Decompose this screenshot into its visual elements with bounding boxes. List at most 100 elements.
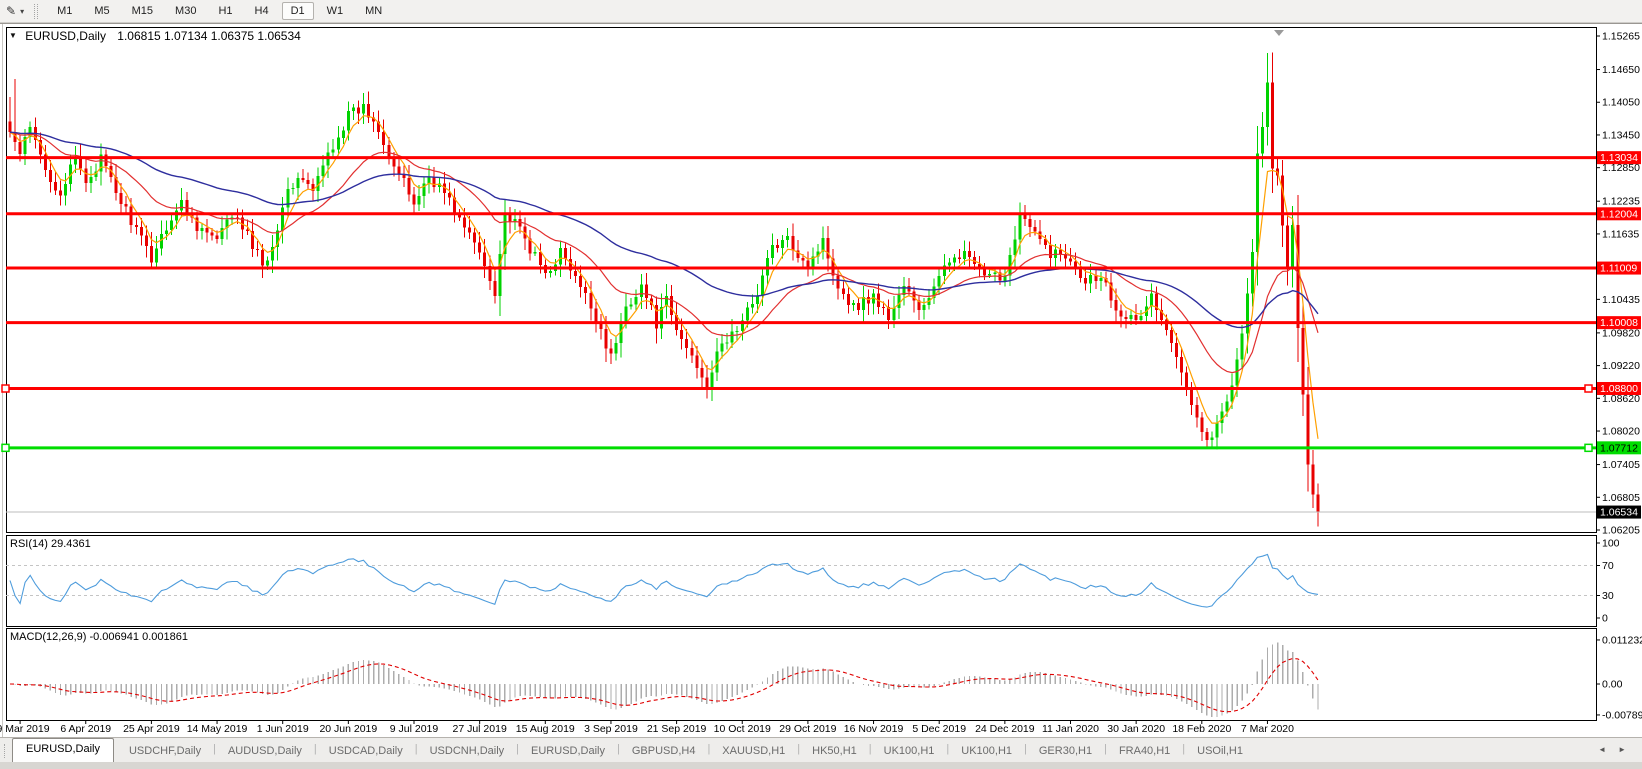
svg-text:1.07405: 1.07405 xyxy=(1602,459,1640,471)
tab-scroll-right-icon[interactable]: ► xyxy=(1618,745,1626,754)
macd-axis: 0.011232 0.00 -0.007894 xyxy=(1596,634,1642,721)
svg-text:1.09220: 1.09220 xyxy=(1602,360,1640,372)
chart-symbol-label: EURUSD,Daily xyxy=(25,29,106,43)
chart-tabs-bar: EURUSD,DailyUSDCHF,Daily|AUDUSD,Daily|US… xyxy=(0,737,1642,762)
main-panel-frame xyxy=(7,28,1597,533)
svg-text:1 Jun 2019: 1 Jun 2019 xyxy=(257,723,309,735)
timeframe-button-m5[interactable]: M5 xyxy=(85,2,118,20)
rsi-panel-frame xyxy=(7,536,1597,627)
svg-text:70: 70 xyxy=(1602,560,1614,572)
chart-title: ▼ EURUSD,Daily 1.06815 1.07134 1.06375 1… xyxy=(9,29,301,43)
svg-text:10 Oct 2019: 10 Oct 2019 xyxy=(714,723,771,735)
chart-tab-ger30-h1[interactable]: GER30,H1 xyxy=(1027,741,1104,762)
svg-text:30: 30 xyxy=(1602,590,1614,602)
time-axis: 19 Mar 2019 6 Apr 2019 25 Apr 2019 14 May 2… xyxy=(0,720,1294,735)
timeframe-button-mn[interactable]: MN xyxy=(356,2,391,20)
macd-panel-frame xyxy=(7,629,1597,721)
timeframe-button-d1[interactable]: D1 xyxy=(282,2,314,20)
line-drag-handle[interactable] xyxy=(1585,444,1592,451)
top-toolbar: ✎ ▾ M1M5 M15M30H1 H4D1W1MN xyxy=(0,0,1642,23)
svg-text:30 Jan 2020: 30 Jan 2020 xyxy=(1107,723,1165,735)
price-axis: 1.15265 1.14650 1.14050 1.13450 1.12850 1.122… xyxy=(1596,31,1640,537)
svg-text:1.10435: 1.10435 xyxy=(1602,294,1640,306)
svg-text:16 Nov 2019: 16 Nov 2019 xyxy=(844,723,904,735)
svg-text:5 Dec 2019: 5 Dec 2019 xyxy=(912,723,966,735)
chart-tab-xauusd-h1[interactable]: XAUUSD,H1 xyxy=(710,741,797,762)
svg-text:15 Aug 2019: 15 Aug 2019 xyxy=(516,723,575,735)
svg-text:1.13450: 1.13450 xyxy=(1602,129,1640,141)
chart-tab-eurusd-daily[interactable]: EURUSD,Daily xyxy=(12,738,114,762)
svg-text:9 Jul 2019: 9 Jul 2019 xyxy=(390,723,439,735)
chart-window: ▼ EURUSD,Daily 1.06815 1.07134 1.06375 1… xyxy=(0,23,1642,737)
chart-tab-eurusd-daily[interactable]: EURUSD,Daily xyxy=(519,741,617,762)
svg-text:1.11009: 1.11009 xyxy=(1600,263,1637,275)
svg-text:1.12004: 1.12004 xyxy=(1600,208,1638,220)
chevron-down-icon[interactable]: ▼ xyxy=(9,31,17,40)
svg-text:1.14050: 1.14050 xyxy=(1602,97,1640,109)
svg-text:1.15265: 1.15265 xyxy=(1602,31,1640,43)
svg-text:0.011232: 0.011232 xyxy=(1602,634,1642,646)
svg-text:24 Dec 2019: 24 Dec 2019 xyxy=(975,723,1035,735)
svg-text:21 Sep 2019: 21 Sep 2019 xyxy=(647,723,707,735)
svg-text:0.00: 0.00 xyxy=(1602,679,1623,691)
timeframe-button-m15[interactable]: M15 xyxy=(123,2,162,20)
chart-canvas[interactable]: 1.130341.120041.110091.100081.088001.077… xyxy=(0,24,1642,738)
svg-text:18 Feb 2020: 18 Feb 2020 xyxy=(1172,723,1231,735)
svg-text:1.14650: 1.14650 xyxy=(1602,64,1640,76)
svg-text:1.09820: 1.09820 xyxy=(1602,327,1640,339)
macd-label: MACD(12,26,9) -0.006941 0.001861 xyxy=(10,631,188,643)
svg-text:-0.007894: -0.007894 xyxy=(1602,709,1642,721)
draw-tool-icon: ✎ xyxy=(6,4,16,18)
rsi-label: RSI(14) 29.4361 xyxy=(10,538,91,550)
svg-text:1.11635: 1.11635 xyxy=(1602,228,1639,240)
chart-tab-uk100-h1[interactable]: UK100,H1 xyxy=(949,741,1024,762)
svg-text:14 May 2019: 14 May 2019 xyxy=(187,723,248,735)
rsi-axis: 100 70 30 0 xyxy=(1596,538,1620,625)
svg-text:6 Apr 2019: 6 Apr 2019 xyxy=(60,723,111,735)
panel-splitter-main-rsi[interactable] xyxy=(0,531,1642,536)
svg-text:1.08020: 1.08020 xyxy=(1602,426,1640,438)
draw-tool-button[interactable]: ✎ ▾ xyxy=(2,3,28,19)
svg-text:1.08620: 1.08620 xyxy=(1602,393,1640,405)
chart-tab-fra40-h1[interactable]: FRA40,H1 xyxy=(1107,741,1182,762)
chart-tab-usoil-h1[interactable]: USOil,H1 xyxy=(1185,741,1255,762)
chart-tab-usdchf-daily[interactable]: USDCHF,Daily xyxy=(117,741,213,762)
tab-scroll-arrows: ◄► xyxy=(1598,745,1642,762)
line-drag-handle[interactable] xyxy=(1585,385,1592,392)
panel-splitter-rsi-macd[interactable] xyxy=(0,625,1642,630)
timeframe-button-m1[interactable]: M1 xyxy=(48,2,81,20)
svg-text:1.06805: 1.06805 xyxy=(1602,492,1640,504)
svg-text:100: 100 xyxy=(1602,538,1620,550)
chart-ohlc-values: 1.06815 1.07134 1.06375 1.06534 xyxy=(117,29,301,43)
svg-text:0: 0 xyxy=(1602,613,1608,625)
line-drag-handle[interactable] xyxy=(2,385,9,392)
svg-text:3 Sep 2019: 3 Sep 2019 xyxy=(584,723,638,735)
svg-text:1.12850: 1.12850 xyxy=(1602,162,1640,174)
line-drag-handle[interactable] xyxy=(2,444,9,451)
svg-text:1.06534: 1.06534 xyxy=(1600,507,1638,519)
svg-text:27 Jul 2019: 27 Jul 2019 xyxy=(453,723,507,735)
chart-tab-hk50-h1[interactable]: HK50,H1 xyxy=(800,741,869,762)
window-bottom-edge xyxy=(0,762,1642,769)
timeframe-button-w1[interactable]: W1 xyxy=(318,2,353,20)
chart-tab-uk100-h1[interactable]: UK100,H1 xyxy=(872,741,947,762)
chart-tab-usdcnh-daily[interactable]: USDCNH,Daily xyxy=(418,741,517,762)
svg-text:29 Oct 2019: 29 Oct 2019 xyxy=(779,723,836,735)
chart-tab-gbpusd-h4[interactable]: GBPUSD,H4 xyxy=(620,741,708,762)
timeframe-button-h1[interactable]: H1 xyxy=(209,2,241,20)
svg-text:1.12235: 1.12235 xyxy=(1602,196,1640,208)
tabbar-grip xyxy=(4,744,7,758)
toolbar-grip[interactable] xyxy=(34,4,38,19)
svg-text:20 Jun 2019: 20 Jun 2019 xyxy=(319,723,377,735)
chart-tab-audusd-daily[interactable]: AUDUSD,Daily xyxy=(216,741,314,762)
timeframe-button-h4[interactable]: H4 xyxy=(246,2,278,20)
svg-text:1.07712: 1.07712 xyxy=(1600,442,1638,454)
svg-text:7 Mar 2020: 7 Mar 2020 xyxy=(1241,723,1294,735)
svg-text:11 Jan 2020: 11 Jan 2020 xyxy=(1042,723,1099,735)
svg-text:19 Mar 2019: 19 Mar 2019 xyxy=(0,723,50,735)
timeframe-button-m30[interactable]: M30 xyxy=(166,2,205,20)
timeframe-toolbar: M1M5 M15M30H1 H4D1W1MN xyxy=(46,2,393,20)
tab-scroll-left-icon[interactable]: ◄ xyxy=(1598,745,1606,754)
svg-text:25 Apr 2019: 25 Apr 2019 xyxy=(123,723,180,735)
chart-tab-usdcad-daily[interactable]: USDCAD,Daily xyxy=(317,741,415,762)
